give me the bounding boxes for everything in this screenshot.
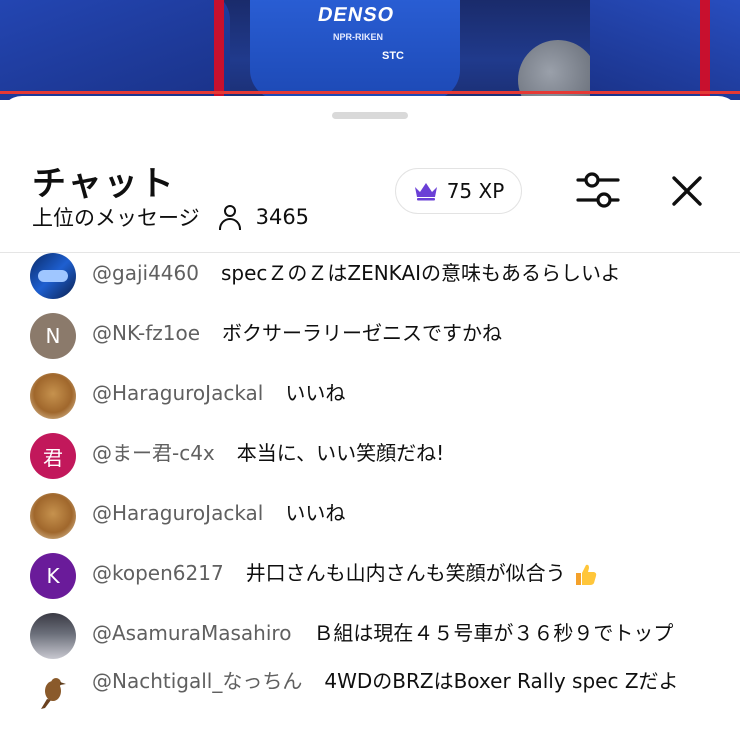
chat-mode-row: 上位のメッセージ 3465 [32,202,309,232]
dog-avatar-icon[interactable] [30,373,76,419]
avatar[interactable]: 君 [30,433,76,479]
chat-mode-selector[interactable]: 上位のメッセージ [32,202,200,232]
video-player[interactable]: DENSO NPR-RIKEN STC [0,0,740,100]
video-logo-text: DENSO [316,4,397,26]
avatar[interactable]: K [30,553,76,599]
message-author[interactable]: @NK-fz1oe [92,321,200,345]
message-author[interactable]: @AsamuraMasahiro [92,621,291,645]
person-icon [218,204,242,230]
video-person-right [590,0,740,100]
xp-badge[interactable]: 75 XP [395,168,522,214]
chat-title: チャット [32,164,176,204]
video-progress-line [0,91,740,94]
message-text: いいね [285,501,346,525]
message-text: 井口さんも山内さんも笑顔が似合う [245,561,566,585]
message-author[interactable]: @HaraguroJackal [92,381,263,405]
message-text: ボクサーラリーゼニスですかね [222,321,502,345]
message-author[interactable]: @kopen6217 [92,561,224,585]
video-stripe [214,0,224,100]
avatar-initial: K [46,564,60,588]
filter-settings-icon[interactable] [576,170,620,210]
message-text: いいね [285,381,346,405]
message-author[interactable]: @Nachtigall_なっちん [92,669,302,693]
message-text: Ｂ組は現在４５号車が３６秒９でトップ [313,621,674,645]
message-author[interactable]: @まー君-c4x [92,441,215,465]
video-stripe [700,0,710,100]
close-icon[interactable] [668,172,706,210]
thumbs-up-icon [576,564,597,585]
viewer-count: 3465 [255,205,310,229]
crown-icon [414,183,437,201]
chat-sheet: チャット 上位のメッセージ 3465 75 XP @gaji4460 specＺ… [0,96,740,740]
video-sub-text: NPR-RIKEN [333,32,384,42]
chat-message-list[interactable]: @gaji4460 specＺのＺはZENKAIの意味もあるらしいよ N @NK-… [0,253,740,740]
message-text: specＺのＺはZENKAIの意味もあるらしいよ [220,261,621,285]
avatar-initial: 君 [43,445,63,470]
avatar[interactable]: N [30,313,76,359]
message-text: 本当に、いい笑顔だね! [236,441,445,465]
video-person-left [0,0,230,100]
dog-avatar-icon[interactable] [30,493,76,539]
race-car-avatar-icon[interactable] [30,613,76,659]
xp-label: 75 XP [446,179,505,203]
message-author[interactable]: @gaji4460 [92,261,199,285]
avatar-initial: N [45,324,61,348]
drag-handle[interactable] [332,112,408,119]
bird-avatar-icon[interactable] [30,671,76,717]
avatar[interactable] [30,253,76,299]
message-author[interactable]: @HaraguroJackal [92,501,263,525]
chat-header: チャット 上位のメッセージ 3465 75 XP [0,144,740,252]
bird-icon [41,678,66,709]
message-text: 4WDのBRZはBoxer Rally spec Zだよ [324,669,679,693]
video-stc-text: STC [382,50,404,62]
